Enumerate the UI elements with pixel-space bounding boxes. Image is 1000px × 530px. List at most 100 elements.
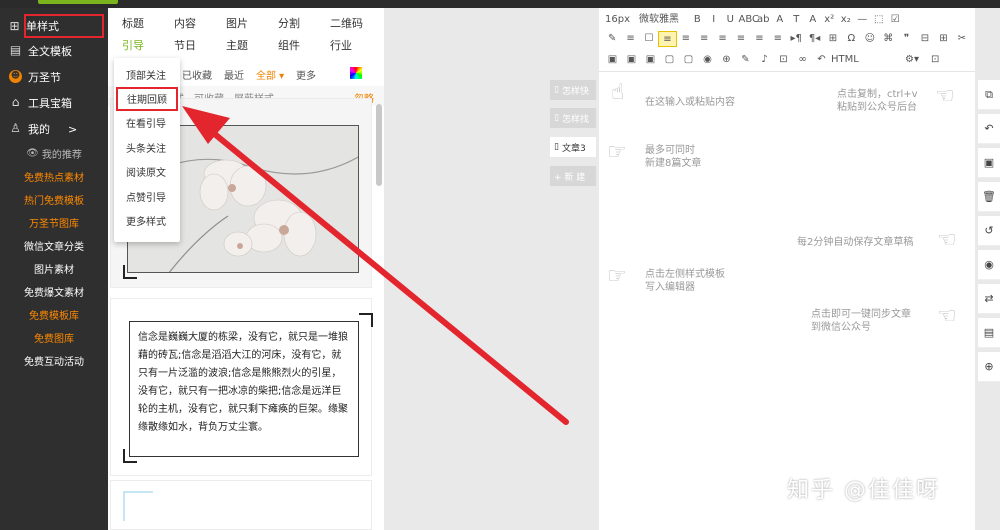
toolbar-button[interactable]: ≡	[658, 31, 677, 47]
toolbar-button[interactable]: ⊡	[774, 52, 793, 68]
toolbar-button[interactable]: A	[772, 12, 789, 28]
toolbar-button[interactable]: B	[689, 12, 706, 28]
sub-free-hot[interactable]: 免费热点素材	[0, 165, 108, 188]
toolbar-button[interactable]: ≡	[769, 31, 787, 47]
toolbar-button[interactable]: T	[788, 12, 805, 28]
copy-icon[interactable]: ⧉	[978, 80, 1000, 110]
dropdown-item-follow-top[interactable]: 顶部关注	[114, 62, 180, 87]
filter-more[interactable]: 更多	[296, 67, 316, 82]
fullscreen-icon[interactable]: ⊡	[931, 52, 939, 68]
toolbar-button[interactable]: ♪	[755, 52, 774, 68]
toolbar-button[interactable]: ≡	[621, 31, 639, 47]
sub-article-category[interactable]: 微信文章分类	[0, 234, 108, 257]
toolbar-button[interactable]: ◉	[698, 52, 717, 68]
filter-recent[interactable]: 最近	[224, 67, 244, 82]
sub-viral-material[interactable]: 免费爆文素材	[0, 280, 108, 303]
preview-icon[interactable]: ◉	[978, 250, 1000, 280]
toolbar-button[interactable]: ⊟	[916, 31, 934, 47]
toolbar-button[interactable]: ▣	[641, 52, 660, 68]
sub-halloween-gallery[interactable]: 万圣节图库	[0, 211, 108, 234]
nav-full-template[interactable]: ▤ 全文模板	[0, 38, 108, 64]
export-icon[interactable]: ▤	[978, 318, 1000, 348]
sub-interactive[interactable]: 免费互动活动	[0, 349, 108, 372]
sub-image-material[interactable]: 图片素材	[0, 257, 108, 280]
toolbar-button[interactable]: U	[722, 12, 739, 28]
toolbar-button[interactable]: ab	[755, 12, 772, 28]
toolbar-button[interactable]: ▸¶	[787, 31, 805, 47]
doc-tab-1[interactable]: ▯ 怎样快	[550, 80, 596, 100]
dropdown-item-read-original[interactable]: 阅读原文	[114, 160, 180, 185]
toolbar-button[interactable]: ☑	[887, 12, 904, 28]
settings-icon[interactable]: ⚙▾	[905, 52, 919, 68]
toolbar-button[interactable]: ⊞	[934, 31, 952, 47]
dropdown-item-watching[interactable]: 在看引导	[114, 111, 180, 136]
style-card-partial[interactable]	[110, 480, 372, 530]
toolbar-button[interactable]: ☐	[640, 31, 658, 47]
toolbar-button[interactable]: ❞	[897, 31, 915, 47]
toolbar-button[interactable]: ≡	[732, 31, 750, 47]
category-content[interactable]: 内容	[174, 15, 196, 31]
toolbar-button[interactable]: ▣	[622, 52, 641, 68]
category-guide[interactable]: 引导	[122, 37, 144, 53]
nav-halloween[interactable]: ☻ 万圣节	[0, 64, 108, 90]
toolbar-button[interactable]: ✎	[736, 52, 755, 68]
doc-tab-3[interactable]: ▯ 文章3	[550, 137, 596, 157]
font-size-select[interactable]: 16px	[605, 12, 630, 28]
toolbar-button[interactable]: ≡	[713, 31, 731, 47]
font-family-select[interactable]: 微软雅黑	[639, 12, 679, 28]
toolbar-button[interactable]: x²	[821, 12, 838, 28]
category-festival[interactable]: 节日	[174, 37, 196, 53]
toolbar-button[interactable]: x₂	[838, 12, 855, 28]
dropdown-item-like[interactable]: 点赞引导	[114, 184, 180, 209]
swap-icon[interactable]: ⇄	[978, 284, 1000, 314]
toolbar-button[interactable]: ▢	[679, 52, 698, 68]
toolbar-button[interactable]: ∞	[793, 52, 812, 68]
toolbar-button[interactable]: A	[805, 12, 822, 28]
toolbar-button[interactable]: ABC	[739, 12, 760, 28]
nav-single-style[interactable]: ⊞ 单样式	[9, 14, 104, 38]
nav-mine[interactable]: ♙ 我的 >	[0, 116, 108, 142]
dropdown-item-more[interactable]: 更多样式	[114, 209, 180, 234]
trash-icon[interactable]: 🗑	[978, 182, 1000, 212]
sub-free-gallery[interactable]: 免费图库	[0, 326, 108, 349]
toolbar-button[interactable]: ▣	[603, 52, 622, 68]
category-component[interactable]: 组件	[278, 37, 300, 53]
filter-collected[interactable]: 已收藏	[182, 67, 212, 82]
category-theme[interactable]: 主题	[226, 37, 248, 53]
toolbar-button[interactable]: HTML	[831, 52, 859, 68]
toolbar-button[interactable]: ¶◂	[805, 31, 823, 47]
undo-icon[interactable]: ↶	[978, 114, 1000, 144]
category-image[interactable]: 图片	[226, 15, 248, 31]
zoom-icon[interactable]: ⊕	[978, 352, 1000, 382]
toolbar-button[interactable]: ⊕	[717, 52, 736, 68]
category-industry[interactable]: 行业	[330, 37, 352, 53]
dropdown-item-past-review[interactable]: 往期回顾	[116, 86, 178, 111]
new-doc-button[interactable]: + 新 建	[550, 166, 596, 186]
dropdown-item-headline[interactable]: 头条关注	[114, 135, 180, 160]
nav-toolbox[interactable]: ⌂ 工具宝箱	[0, 90, 108, 116]
color-palette-icon[interactable]	[350, 67, 362, 79]
toolbar-button[interactable]: ⌘	[879, 31, 897, 47]
toolbar-button[interactable]: Ω	[842, 31, 860, 47]
toolbar-button[interactable]: ≡	[677, 31, 695, 47]
toolbar-button[interactable]: ✂	[953, 31, 971, 47]
toolbar-button[interactable]: ⊞	[824, 31, 842, 47]
category-qrcode[interactable]: 二维码	[330, 15, 363, 31]
history-icon[interactable]: ↺	[978, 216, 1000, 246]
sub-hot-template[interactable]: 热门免费模板	[0, 188, 108, 211]
toolbar-button[interactable]: —	[854, 12, 871, 28]
toolbar-button[interactable]: ↶	[812, 52, 831, 68]
toolbar-button[interactable]: ▢	[660, 52, 679, 68]
style-panel-scrollbar[interactable]	[376, 104, 382, 186]
filter-all[interactable]: 全部 ▾	[256, 67, 284, 82]
sub-template-library[interactable]: 免费模板库	[0, 303, 108, 326]
toolbar-button[interactable]: ≡	[695, 31, 713, 47]
toolbar-button[interactable]: ≡	[750, 31, 768, 47]
doc-tab-2[interactable]: ▯ 怎样找	[550, 108, 596, 128]
sub-my-recommend[interactable]: 👁 我的推荐	[0, 142, 108, 165]
save-icon[interactable]: ▣	[978, 148, 1000, 178]
toolbar-button[interactable]: I	[706, 12, 723, 28]
category-title[interactable]: 标题	[122, 15, 144, 31]
toolbar-button[interactable]: ☺	[861, 31, 879, 47]
category-divider[interactable]: 分割	[278, 15, 300, 31]
